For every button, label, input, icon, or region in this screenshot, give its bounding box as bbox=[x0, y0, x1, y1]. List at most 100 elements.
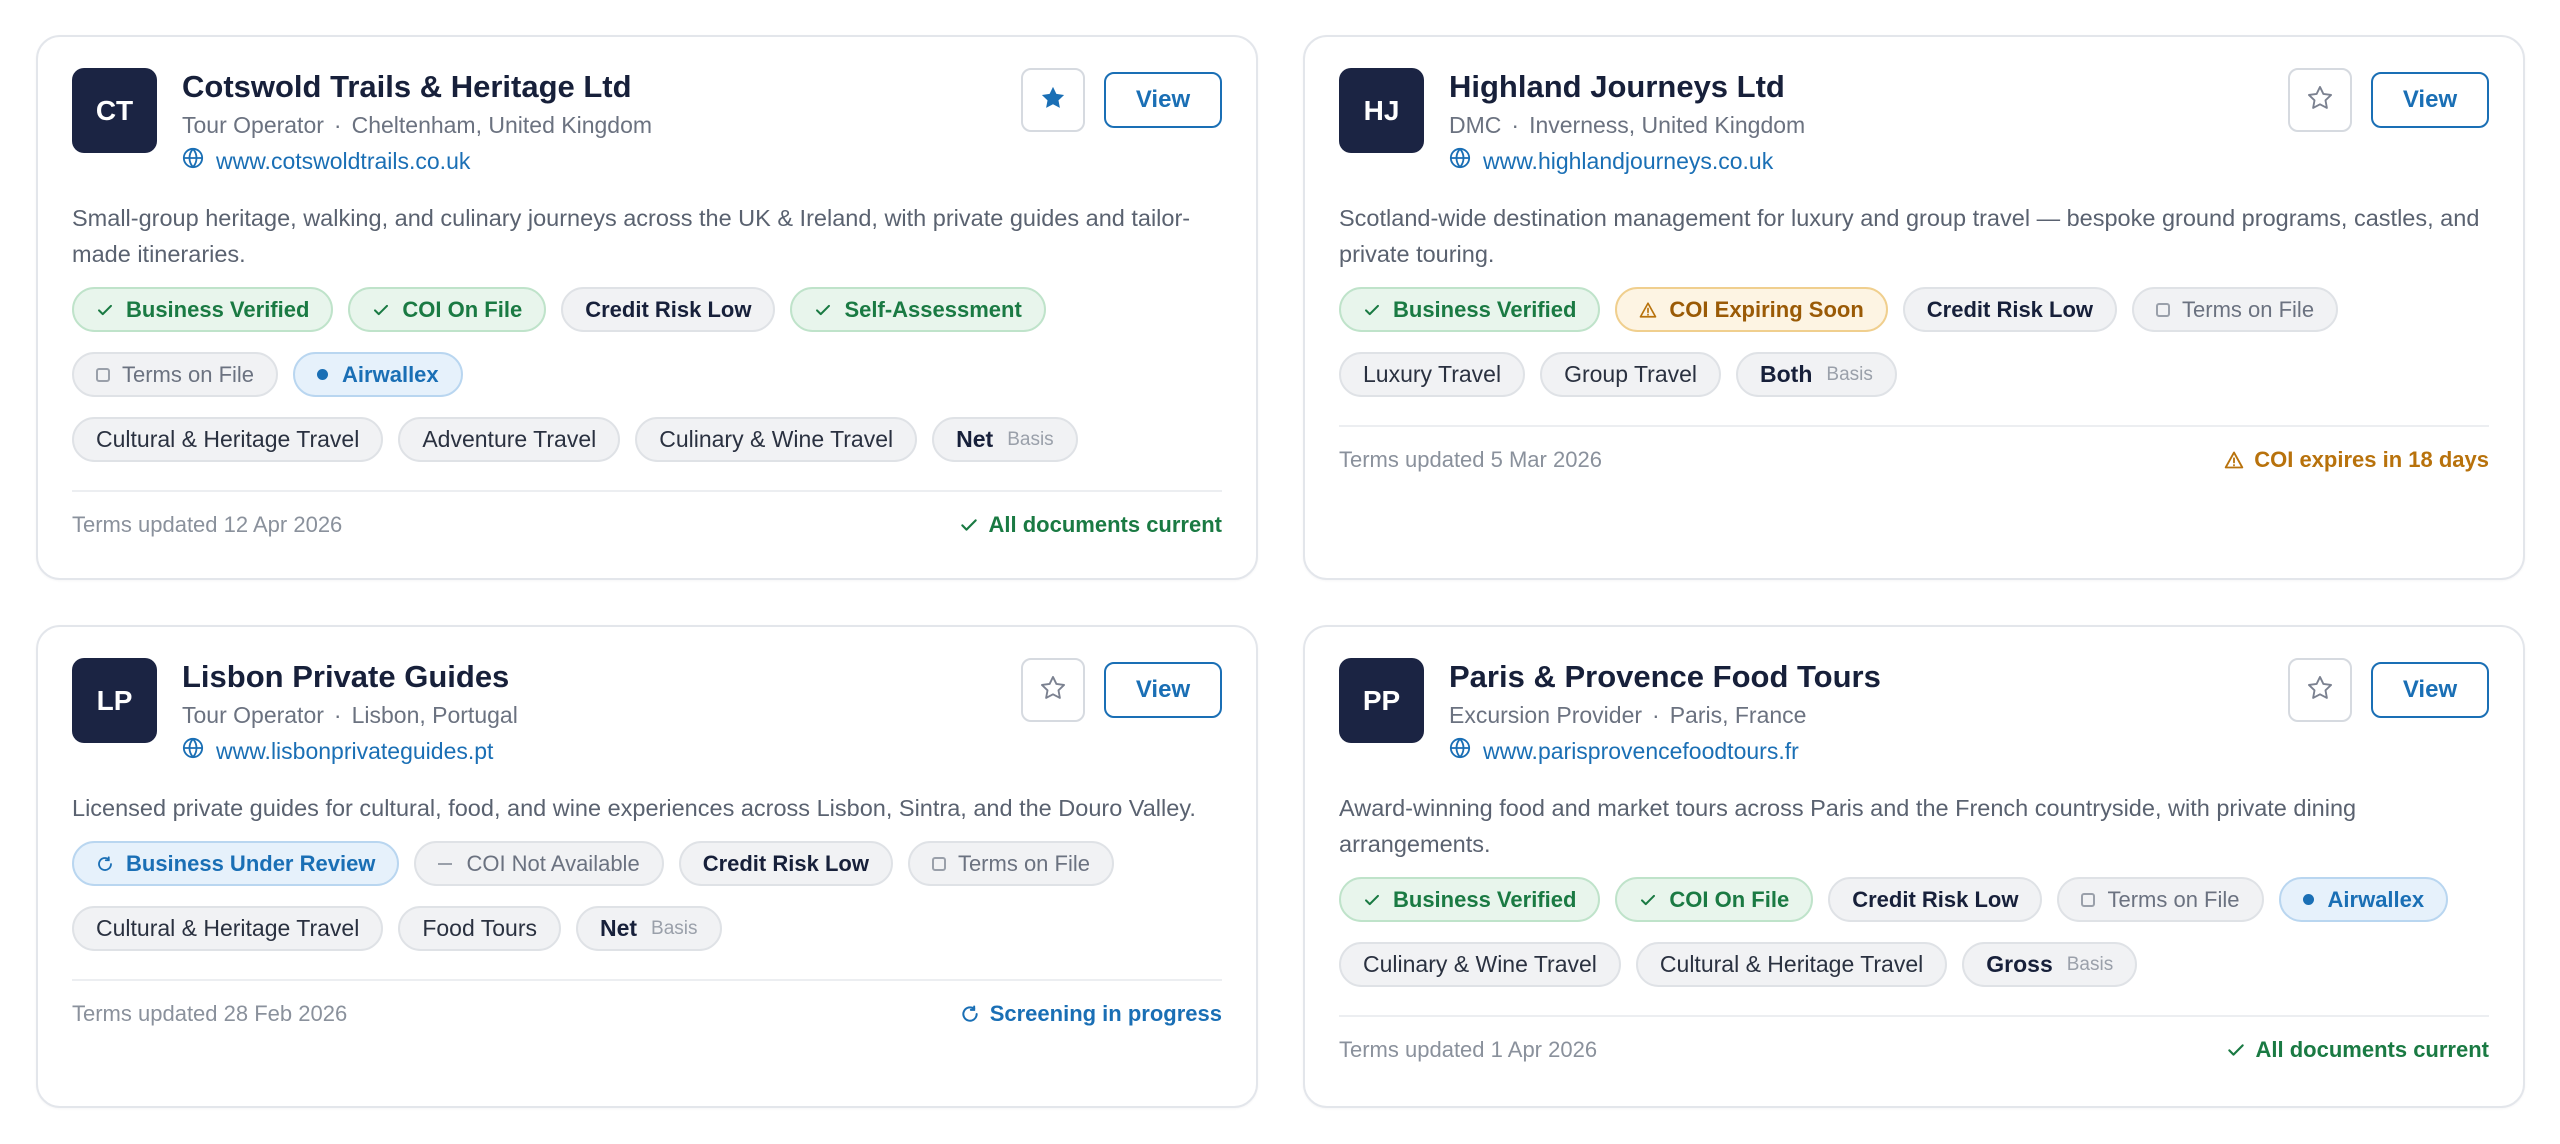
tag-list: Luxury Travel Group Travel Both Basis bbox=[1339, 352, 2489, 417]
website-url[interactable]: www.lisbonprivateguides.pt bbox=[216, 736, 493, 766]
document-status: All documents current bbox=[959, 512, 1222, 538]
view-button[interactable]: View bbox=[1104, 662, 1222, 718]
supplier-website-link[interactable]: www.parisprovencefoodtours.fr bbox=[1449, 736, 2288, 766]
website-url[interactable]: www.highlandjourneys.co.uk bbox=[1483, 146, 1773, 176]
supplier-info: Lisbon Private Guides Tour Operator · Lisb… bbox=[182, 658, 1021, 766]
dot-icon bbox=[2302, 894, 2328, 905]
pricing-basis-tag: Both Basis bbox=[1736, 352, 1897, 397]
supplier-card: CT Cotswold Trails & Heritage Ltd Tour O… bbox=[36, 35, 1258, 580]
star-icon bbox=[1039, 674, 1067, 707]
badge-label: Business Under Review bbox=[126, 850, 376, 876]
supplier-card: LP Lisbon Private Guides Tour Operator · L… bbox=[36, 625, 1258, 1108]
card-footer: Terms updated 28 Feb 2026 Screening in p… bbox=[72, 981, 1222, 1047]
badge-label: Credit Risk Low bbox=[585, 296, 752, 322]
supplier-location: Lisbon, Portugal bbox=[351, 702, 518, 728]
globe-icon bbox=[1449, 146, 1483, 176]
avatar: LP bbox=[72, 658, 157, 743]
tag-list: Cultural & Heritage Travel Adventure Trav… bbox=[72, 417, 1222, 482]
badge-label: Credit Risk Low bbox=[1852, 886, 2019, 912]
supplier-website-link[interactable]: www.cotswoldtrails.co.uk bbox=[182, 146, 1021, 176]
card-footer: Terms updated 5 Mar 2026 COI expires in … bbox=[1339, 427, 2489, 493]
refresh-icon bbox=[960, 1004, 990, 1024]
basis-value: Both bbox=[1760, 361, 1813, 387]
basis-label: Basis bbox=[1007, 428, 1054, 450]
basis-label: Basis bbox=[2066, 953, 2114, 975]
card-header: HJ Highland Journeys Ltd DMC · Inverness, … bbox=[1339, 68, 2489, 176]
website-url[interactable]: www.parisprovencefoodtours.fr bbox=[1483, 736, 1799, 766]
badge-label: COI Expiring Soon bbox=[1669, 296, 1864, 322]
supplier-location: Inverness, United Kingdom bbox=[1529, 112, 1806, 138]
dash-icon bbox=[438, 862, 466, 865]
favorite-button[interactable] bbox=[2288, 658, 2352, 722]
supplier-description: Licensed private guides for cultural, fo… bbox=[72, 795, 1196, 821]
badge-list: Business Under Review COI Not Available Cr… bbox=[72, 841, 1222, 906]
check-icon bbox=[372, 301, 402, 319]
badge-label: Terms on File bbox=[957, 850, 1090, 876]
check-icon bbox=[814, 301, 844, 319]
badge-label: Terms on File bbox=[2182, 296, 2315, 322]
status-badge: COI Not Available bbox=[414, 841, 664, 886]
badge-label: Business Verified bbox=[1393, 886, 1577, 912]
tag-list: Culinary & Wine Travel Cultural & Heritag… bbox=[1339, 942, 2489, 1007]
avatar: HJ bbox=[1339, 68, 1424, 153]
terms-updated: Terms updated 5 Mar 2026 bbox=[1339, 447, 1602, 472]
card-header: CT Cotswold Trails & Heritage Ltd Tour O… bbox=[72, 68, 1222, 176]
badge-label: Credit Risk Low bbox=[1926, 296, 2094, 322]
supplier-description: Small-group heritage, walking, and culin… bbox=[72, 205, 1191, 267]
supplier-location: Cheltenham, United Kingdom bbox=[351, 112, 653, 138]
supplier-type: Tour Operator bbox=[182, 702, 324, 728]
check-icon bbox=[96, 301, 126, 319]
pricing-basis-tag: Net Basis bbox=[575, 906, 722, 951]
check-icon bbox=[1639, 891, 1669, 909]
badge-label: COI Not Available bbox=[466, 850, 640, 876]
category-tag: Cultural & Heritage Travel bbox=[72, 417, 384, 462]
supplier-description: Award-winning food and market tours acro… bbox=[1339, 795, 2357, 857]
favorite-button[interactable] bbox=[2288, 68, 2352, 132]
basis-label: Basis bbox=[1826, 363, 1873, 385]
check-icon bbox=[1363, 891, 1393, 909]
pricing-basis-tag: Gross Basis bbox=[1962, 942, 2138, 987]
star-icon bbox=[2306, 674, 2334, 707]
refresh-icon bbox=[96, 855, 126, 873]
category-tag: Group Travel bbox=[1540, 352, 1722, 397]
pricing-basis-tag: Net Basis bbox=[932, 417, 1078, 462]
supplier-info: Cotswold Trails & Heritage Ltd Tour Oper… bbox=[182, 68, 1021, 176]
status-text: All documents current bbox=[2255, 1037, 2489, 1062]
badge-label: Terms on File bbox=[122, 361, 255, 387]
card-actions: View bbox=[1021, 658, 1222, 722]
view-button[interactable]: View bbox=[2371, 662, 2489, 718]
status-badge: Business Verified bbox=[72, 287, 334, 332]
favorite-button[interactable] bbox=[1021, 68, 1085, 132]
badge-list: Business Verified COI On File Credit Risk … bbox=[72, 287, 1222, 417]
basis-value: Net bbox=[599, 915, 638, 941]
status-badge: Credit Risk Low bbox=[1902, 287, 2118, 332]
favorite-button[interactable] bbox=[1021, 658, 1085, 722]
card-footer: Terms updated 12 Apr 2026 All documents … bbox=[72, 492, 1222, 558]
supplier-location: Paris, France bbox=[1669, 702, 1807, 728]
supplier-card: HJ Highland Journeys Ltd DMC · Inverness, … bbox=[1303, 35, 2525, 580]
square-icon bbox=[2156, 302, 2182, 317]
supplier-type: Excursion Provider bbox=[1449, 702, 1643, 728]
supplier-meta: Excursion Provider · Paris, France bbox=[1449, 700, 2288, 730]
document-status: COI expires in 18 days bbox=[2224, 447, 2489, 473]
badge-label: Airwallex bbox=[342, 361, 439, 387]
warning-icon bbox=[1639, 301, 1669, 319]
separator-dot: · bbox=[333, 112, 342, 138]
website-url[interactable]: www.cotswoldtrails.co.uk bbox=[216, 146, 470, 176]
category-tag: Food Tours bbox=[398, 906, 561, 951]
category-tag: Culinary & Wine Travel bbox=[635, 417, 918, 462]
supplier-info: Paris & Provence Food Tours Excursion Pr… bbox=[1449, 658, 2288, 766]
basis-value: Gross bbox=[1986, 951, 2053, 977]
avatar: CT bbox=[72, 68, 157, 153]
supplier-website-link[interactable]: www.highlandjourneys.co.uk bbox=[1449, 146, 2288, 176]
view-button[interactable]: View bbox=[1104, 72, 1222, 128]
status-badge: Terms on File bbox=[2057, 877, 2264, 922]
supplier-website-link[interactable]: www.lisbonprivateguides.pt bbox=[182, 736, 1021, 766]
status-badge: Self-Assessment bbox=[790, 287, 1046, 332]
status-badge: Airwallex bbox=[2278, 877, 2449, 922]
card-header: LP Lisbon Private Guides Tour Operator · L… bbox=[72, 658, 1222, 766]
tag-list: Cultural & Heritage Travel Food Tours Net B… bbox=[72, 906, 1222, 971]
category-tag: Adventure Travel bbox=[398, 417, 621, 462]
supplier-name: Highland Journeys Ltd bbox=[1449, 69, 1785, 104]
view-button[interactable]: View bbox=[2371, 72, 2489, 128]
